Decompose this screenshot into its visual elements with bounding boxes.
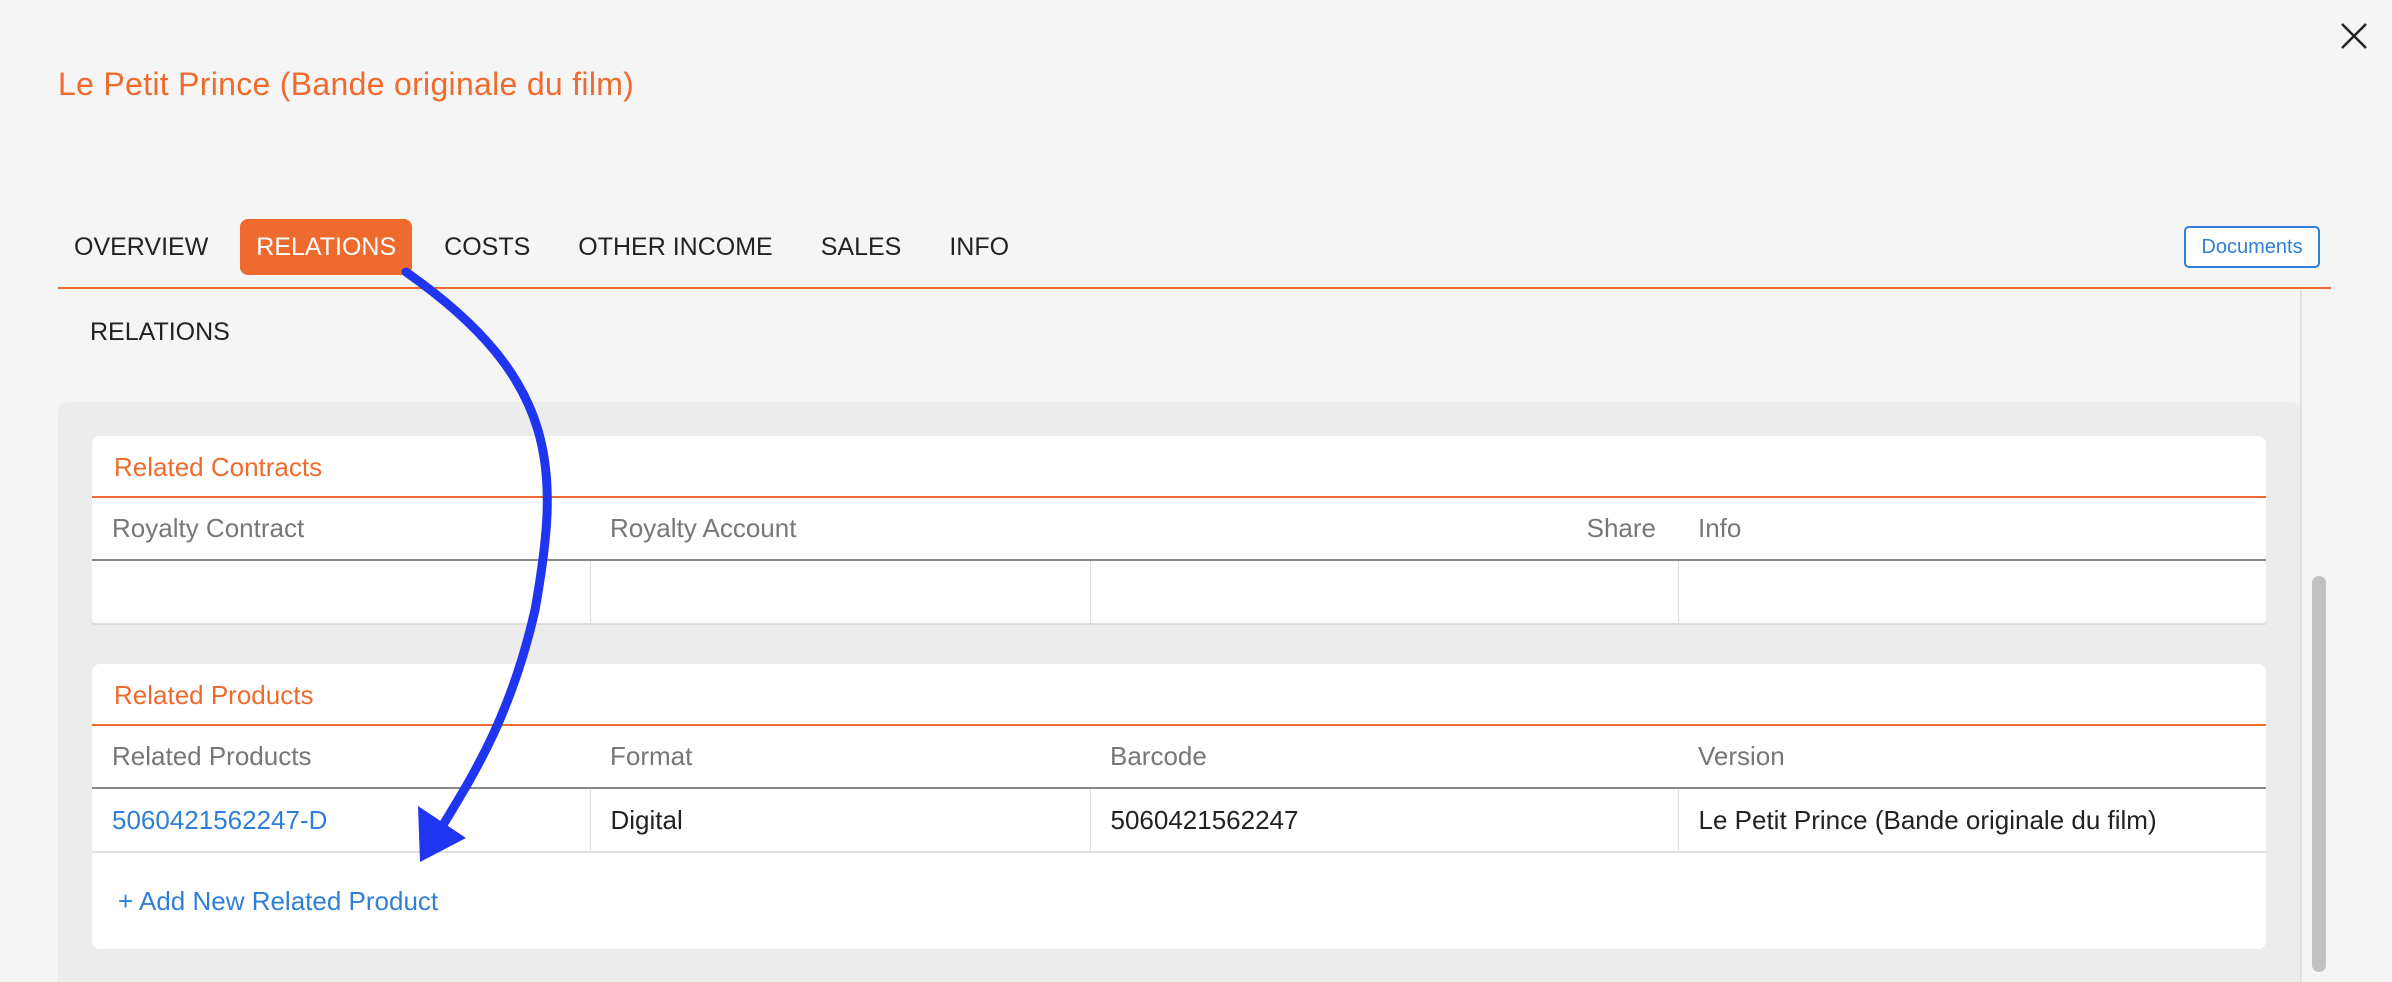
column-header[interactable]: Share — [1090, 498, 1678, 561]
tab-costs[interactable]: COSTS — [428, 219, 546, 275]
table-cell — [590, 560, 1091, 625]
add-related-product-link[interactable]: + Add New Related Product — [92, 853, 2266, 949]
table-cell: 5060421562247 — [1090, 788, 1679, 853]
table-cell — [92, 560, 591, 625]
page-title: Le Petit Prince (Bande originale du film… — [58, 66, 635, 102]
tab-relations[interactable]: RELATIONS — [240, 219, 413, 275]
table-header-row: Related Products Format Barcode Version — [92, 726, 2266, 789]
close-button[interactable] — [2336, 18, 2372, 54]
column-header[interactable]: Barcode — [1090, 726, 1678, 789]
table-header-row: Royalty Contract Royalty Account Share I… — [92, 498, 2266, 561]
related-products-card: Related Products Related Products Format… — [92, 664, 2266, 949]
tabs-divider — [58, 287, 2331, 289]
column-header[interactable]: Version — [1678, 726, 2266, 789]
table-row: 5060421562247-D Digital 5060421562247 Le… — [92, 788, 2266, 853]
section-heading: RELATIONS — [90, 318, 230, 346]
close-icon — [2341, 23, 2367, 49]
related-products-table: Related Products Format Barcode Version … — [92, 726, 2266, 853]
related-contracts-table: Royalty Contract Royalty Account Share I… — [92, 498, 2266, 625]
column-header[interactable]: Info — [1678, 498, 2266, 561]
panel-divider — [2300, 290, 2302, 982]
tab-info[interactable]: INFO — [933, 219, 1025, 275]
table-cell — [1090, 560, 1679, 625]
column-header[interactable]: Related Products — [92, 726, 590, 789]
column-header[interactable]: Format — [590, 726, 1090, 789]
tab-overview[interactable]: OVERVIEW — [58, 219, 224, 275]
table-row — [92, 560, 2266, 625]
column-header[interactable]: Royalty Contract — [92, 498, 590, 561]
table-cell: Digital — [590, 788, 1091, 853]
product-link[interactable]: 5060421562247-D — [112, 805, 327, 835]
scrollbar-thumb[interactable] — [2312, 576, 2326, 972]
related-contracts-title: Related Contracts — [92, 436, 2266, 498]
column-header[interactable]: Royalty Account — [590, 498, 1090, 561]
table-cell — [1678, 560, 2266, 625]
documents-button[interactable]: Documents — [2184, 226, 2320, 268]
related-products-title: Related Products — [92, 664, 2266, 726]
product-link-cell: 5060421562247-D — [92, 788, 591, 853]
table-cell: Le Petit Prince (Bande originale du film… — [1678, 788, 2266, 853]
tab-bar: OVERVIEW RELATIONS COSTS OTHER INCOME SA… — [58, 219, 1041, 275]
tab-other-income[interactable]: OTHER INCOME — [562, 219, 788, 275]
related-contracts-card: Related Contracts Royalty Contract Royal… — [92, 436, 2266, 625]
tab-sales[interactable]: SALES — [805, 219, 918, 275]
